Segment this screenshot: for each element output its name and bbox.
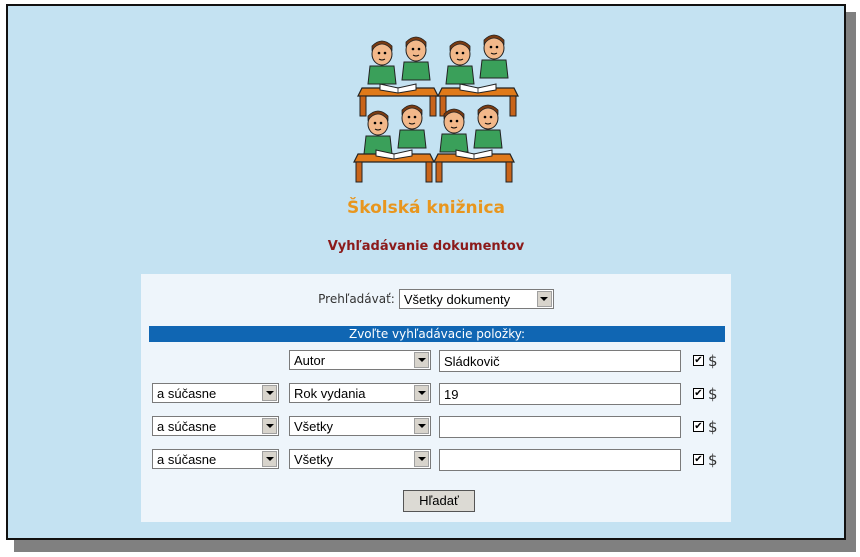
truncation-checkbox[interactable]: ✔ bbox=[693, 421, 704, 432]
dropdown-arrow-icon[interactable] bbox=[262, 451, 277, 467]
scope-select-value: Všetky dokumenty bbox=[403, 292, 511, 307]
field-select[interactable]: Všetky bbox=[289, 416, 431, 436]
dropdown-arrow-icon[interactable] bbox=[414, 352, 429, 368]
operator-select[interactable]: a súčasne bbox=[152, 383, 279, 403]
criteria-row: Autor Sládkovič ✔ $ bbox=[141, 350, 731, 372]
field-select[interactable]: Všetky bbox=[289, 449, 431, 469]
truncation-symbol: $ bbox=[708, 451, 718, 469]
field-select-value: Všetky bbox=[294, 452, 334, 467]
scope-label: Prehľadávať: bbox=[318, 292, 395, 306]
truncation-checkbox[interactable]: ✔ bbox=[693, 355, 704, 366]
search-term-input[interactable] bbox=[439, 416, 681, 438]
search-term-input[interactable] bbox=[439, 449, 681, 471]
search-term-input[interactable]: 19 bbox=[439, 383, 681, 405]
search-term-input[interactable]: Sládkovič bbox=[439, 350, 681, 372]
criteria-header: Zvoľte vyhľadávacie položky: bbox=[149, 326, 725, 342]
operator-select[interactable]: a súčasne bbox=[152, 449, 279, 469]
field-select-value: Autor bbox=[294, 353, 326, 368]
truncation-symbol: $ bbox=[708, 352, 718, 370]
dropdown-arrow-icon[interactable] bbox=[536, 291, 552, 307]
operator-select-value: a súčasne bbox=[157, 452, 217, 467]
dropdown-arrow-icon[interactable] bbox=[414, 385, 429, 401]
criteria-row: a súčasne Všetky ✔ $ bbox=[141, 449, 731, 471]
page-subtitle: Vyhľadávanie dokumentov bbox=[327, 239, 525, 254]
dropdown-arrow-icon[interactable] bbox=[262, 385, 277, 401]
field-select[interactable]: Rok vydania bbox=[289, 383, 431, 403]
dropdown-arrow-icon[interactable] bbox=[262, 418, 277, 434]
operator-select[interactable]: a súčasne bbox=[152, 416, 279, 436]
truncation-checkbox[interactable]: ✔ bbox=[693, 454, 704, 465]
operator-select-value: a súčasne bbox=[157, 386, 217, 401]
truncation-checkbox[interactable]: ✔ bbox=[693, 388, 704, 399]
dropdown-arrow-icon[interactable] bbox=[414, 418, 429, 434]
scope-row: Prehľadávať: Všetky dokumenty bbox=[141, 288, 731, 310]
page-frame: Školská knižnica Vyhľadávanie dokumentov… bbox=[6, 4, 846, 540]
search-button[interactable]: Hľadať bbox=[403, 490, 475, 512]
operator-select-value: a súčasne bbox=[157, 419, 217, 434]
search-panel: Prehľadávať: Všetky dokumenty Zvoľte vyh… bbox=[141, 274, 731, 522]
criteria-row: a súčasne Všetky ✔ $ bbox=[141, 416, 731, 438]
scope-select[interactable]: Všetky dokumenty bbox=[398, 289, 554, 309]
criteria-row: a súčasne Rok vydania 19 ✔ $ bbox=[141, 383, 731, 405]
library-title: Školská knižnica bbox=[346, 198, 506, 218]
truncation-symbol: $ bbox=[708, 385, 718, 403]
dropdown-arrow-icon[interactable] bbox=[414, 451, 429, 467]
field-select-value: Rok vydania bbox=[294, 386, 366, 401]
field-select[interactable]: Autor bbox=[289, 350, 431, 370]
students-reading-logo-icon bbox=[353, 34, 519, 183]
truncation-symbol: $ bbox=[708, 418, 718, 436]
field-select-value: Všetky bbox=[294, 419, 334, 434]
